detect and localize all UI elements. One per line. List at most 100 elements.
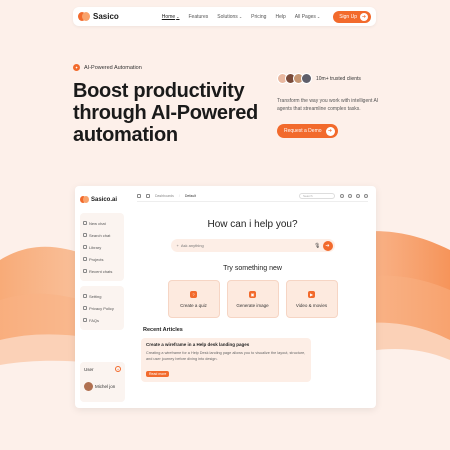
trusted-label: 10m+ trusted clients — [316, 75, 361, 82]
send-button[interactable]: ➜ — [322, 240, 333, 251]
panel-icon[interactable] — [364, 193, 368, 198]
nav-link-label: All Pages — [294, 13, 316, 20]
sidebar-item-privacy-policy[interactable]: Privacy Policy — [83, 302, 121, 314]
history-icon[interactable] — [348, 193, 352, 198]
sidebar-item-label: FAQs — [89, 317, 100, 323]
sidebar-item-library[interactable]: Library — [83, 241, 121, 253]
signup-button[interactable]: Sign Up ➜ — [333, 10, 371, 23]
sidebar-item-faqs[interactable]: FAQs — [83, 314, 121, 326]
chevron-down-icon: ⌄ — [176, 14, 180, 19]
app-topbar: Dashboards / Default Search — [137, 190, 368, 202]
library-icon — [83, 245, 87, 249]
main-heading: How can i help you? — [207, 219, 298, 230]
sidebar-secondary-group: Setting Privacy Policy FAQs — [80, 286, 124, 330]
star-icon[interactable] — [146, 193, 150, 198]
try-heading: Try something new — [223, 265, 282, 272]
ask-placeholder: Ask anything — [180, 243, 204, 248]
search-icon — [83, 233, 87, 237]
arrow-right-icon: ➜ — [325, 126, 335, 136]
folder-icon — [83, 257, 87, 261]
suggestion-cards: ? Create a quiz ▣ Generate image ▶ Video… — [137, 280, 368, 318]
trusted-clients: 10m+ trusted clients — [277, 73, 361, 84]
sidebar-item-label: Privacy Policy — [89, 305, 114, 311]
nav-link-features[interactable]: Features — [189, 14, 209, 20]
search-input[interactable]: Search — [299, 192, 335, 199]
video-icon: ▶ — [308, 290, 315, 298]
breadcrumb-current: Default — [184, 193, 196, 198]
nav-link-label: Home — [161, 13, 176, 20]
breadcrumb-separator: / — [178, 193, 180, 198]
avatar — [301, 73, 312, 84]
app-sidebar: Sasico.ai New chat Search chat Library P… — [75, 186, 129, 408]
add-user-button[interactable]: + — [115, 366, 121, 372]
sidebar-item-label: Library — [89, 244, 102, 250]
sidebar-item-label: Setting — [89, 293, 102, 299]
microphone-icon[interactable]: 🎙 — [314, 243, 320, 249]
request-demo-button[interactable]: Request a Demo ➜ — [277, 124, 338, 138]
user-section-label: User — [84, 366, 94, 372]
read-more-button[interactable]: Read more — [146, 371, 170, 377]
sidebar-item-setting[interactable]: Setting — [83, 290, 121, 302]
nav-link-pricing[interactable]: Pricing — [251, 14, 266, 20]
nav-link-home[interactable]: Home ⌄ — [162, 14, 180, 20]
sidebar-item-label: Search chat — [89, 232, 111, 238]
logo-mark-icon — [80, 196, 89, 203]
brand-logo[interactable]: Sasico — [78, 12, 119, 21]
quiz-icon: ? — [190, 290, 197, 298]
sidebar-item-projects[interactable]: Projects — [83, 253, 121, 265]
hero-title: Boost productivity through AI-Powered au… — [73, 80, 258, 146]
signup-label: Sign Up — [339, 13, 357, 20]
user-profile[interactable]: Michel jon — [84, 382, 121, 391]
top-navbar: Sasico Home ⌄ Features Solutions ⌄ Pricing… — [73, 7, 376, 26]
brand-name: Sasico — [93, 12, 119, 21]
hero-badge: ✦ AI-Powered Automation — [73, 64, 142, 71]
card-label: Generate image — [236, 302, 269, 308]
nav-link-label: Help — [275, 13, 286, 20]
article-title: Create a wireframe in a Help desk landin… — [146, 342, 250, 347]
card-create-quiz[interactable]: ? Create a quiz — [167, 280, 220, 318]
card-video-movies[interactable]: ▶ Video & movies — [285, 280, 338, 318]
question-icon — [83, 318, 87, 322]
card-label: Create a quiz — [180, 302, 207, 308]
image-icon: ▣ — [249, 290, 256, 298]
app-brand[interactable]: Sasico.ai — [80, 196, 124, 203]
gear-icon — [83, 294, 87, 298]
card-label: Video & movies — [295, 302, 328, 308]
hero-badge-label: AI-Powered Automation — [84, 64, 142, 71]
app-main: Dashboards / Default Search How can i he… — [129, 186, 376, 408]
app-preview-window: Sasico.ai New chat Search chat Library P… — [75, 186, 376, 408]
ask-input[interactable]: + Ask anything 🎙 ➜ — [170, 239, 335, 252]
arrow-right-icon: ➜ — [360, 12, 368, 21]
card-generate-image[interactable]: ▣ Generate image — [226, 280, 279, 318]
nav-link-solutions[interactable]: Solutions ⌄ — [217, 14, 242, 20]
chevron-down-icon: ⌄ — [316, 14, 321, 19]
sidebar-toggle-icon[interactable] — [137, 193, 141, 198]
user-panel-header: User + — [84, 366, 121, 372]
sidebar-item-search-chat[interactable]: Search chat — [83, 229, 121, 241]
bell-icon[interactable] — [356, 193, 360, 198]
avatar — [84, 382, 93, 391]
app-brand-name: Sasico.ai — [91, 196, 118, 203]
user-name: Michel jon — [95, 384, 116, 389]
chevron-down-icon: ⌄ — [238, 14, 243, 19]
logo-mark-icon — [78, 12, 90, 21]
nav-link-help[interactable]: Help — [275, 14, 285, 20]
article-description: Creating a wireframe for a Help Desk lan… — [146, 351, 306, 361]
nav-links: Home ⌄ Features Solutions ⌄ Pricing Help A… — [162, 14, 329, 20]
sidebar-item-new-chat[interactable]: New chat — [83, 217, 121, 229]
article-card[interactable]: Create a wireframe in a Help desk landin… — [141, 338, 311, 382]
theme-icon[interactable] — [340, 193, 344, 198]
nav-link-all-pages[interactable]: All Pages ⌄ — [295, 14, 320, 20]
nav-link-label: Solutions — [217, 13, 238, 20]
sparkle-icon: ✦ — [73, 64, 80, 71]
plus-icon[interactable]: + — [177, 243, 179, 248]
recent-articles-heading: Recent Articles — [143, 327, 183, 333]
nav-link-label: Features — [188, 13, 209, 20]
user-panel: User + Michel jon — [80, 362, 125, 402]
sidebar-item-label: Recent chats — [89, 268, 113, 274]
cta-label: Request a Demo — [284, 128, 322, 134]
sidebar-item-recent-chats[interactable]: Recent chats — [83, 265, 121, 277]
sidebar-main-group: New chat Search chat Library Projects Re… — [80, 213, 124, 281]
breadcrumb-root[interactable]: Dashboards — [155, 194, 174, 198]
shield-icon — [83, 306, 87, 310]
